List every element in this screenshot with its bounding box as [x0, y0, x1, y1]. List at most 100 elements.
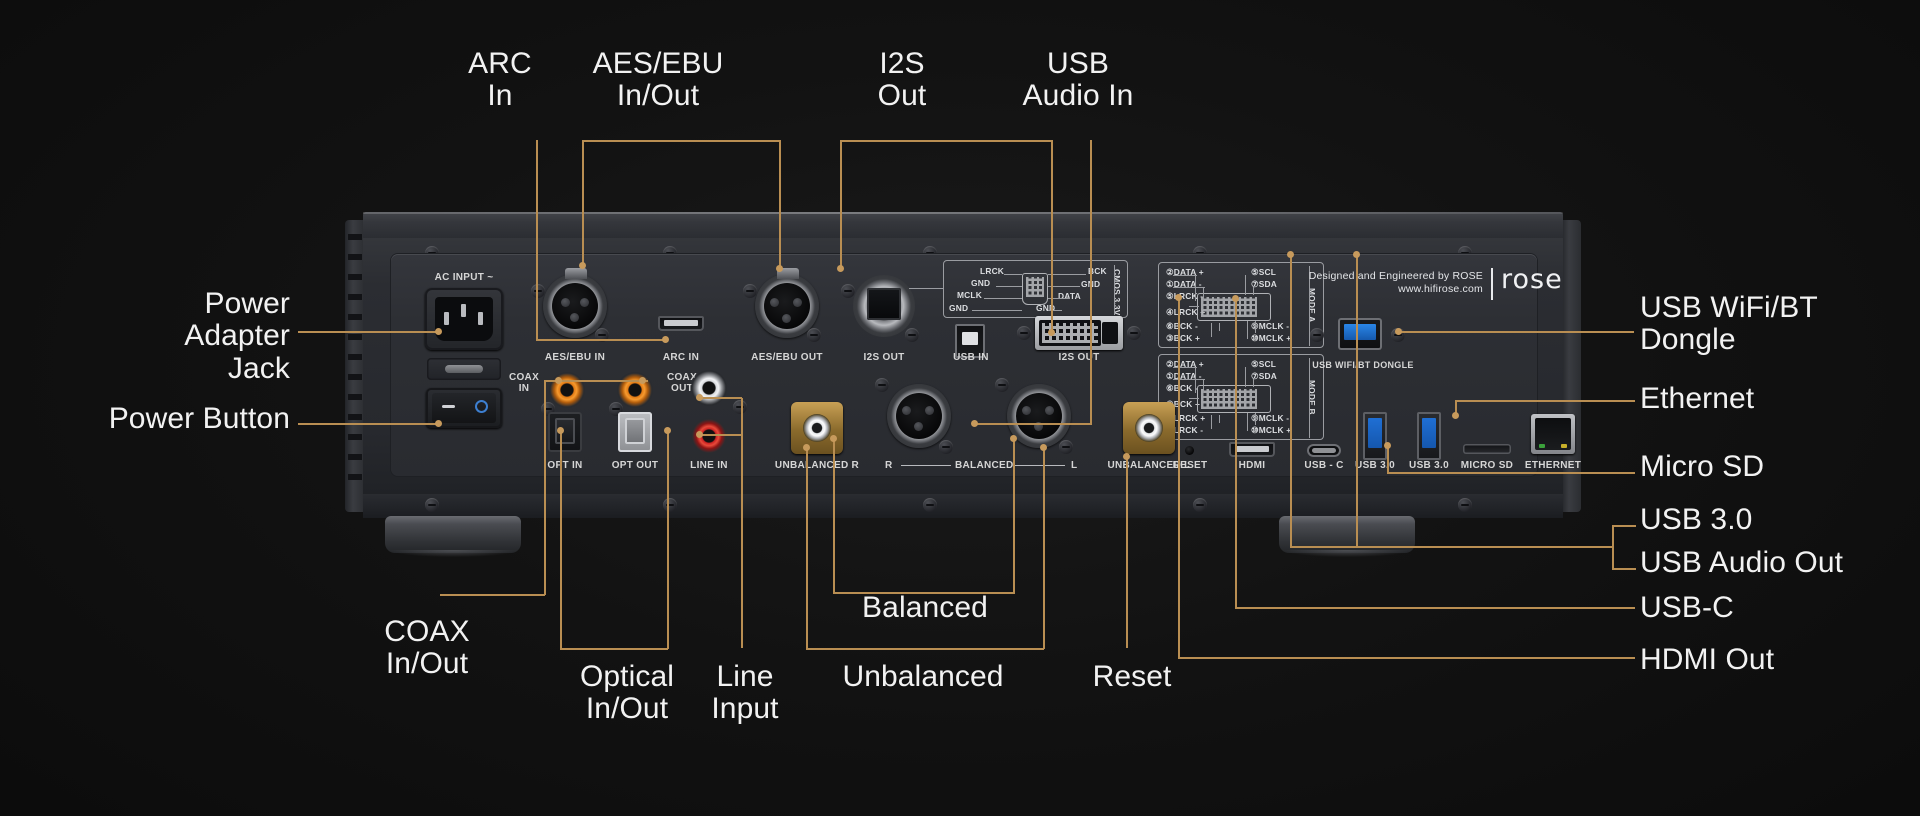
leader-endpoint-usbc: [1232, 295, 1239, 302]
callout-coax-in-out: COAX In/Out: [384, 615, 470, 681]
leader-endpoint-balanced-r: [830, 435, 837, 442]
website-line: www.hifirose.com: [1398, 283, 1483, 296]
fuse-holder[interactable]: [427, 358, 501, 380]
balanced-r-xlr[interactable]: [887, 384, 951, 448]
i2s-rj45-pin-diagram: LRCK GND MCLK GND BCK GND DATA GND CMOS …: [943, 260, 1128, 318]
usb-3-0-port-a[interactable]: [1363, 412, 1387, 460]
leader-balanced-l-v: [1013, 438, 1015, 593]
chassis-bottom-edge: [363, 494, 1563, 518]
leader-aes-bracket: [582, 140, 780, 142]
reset-label: RESET: [1172, 460, 1208, 471]
ac-power-inlet[interactable]: [425, 288, 503, 350]
micro-sd-slot[interactable]: [1463, 444, 1511, 454]
balanced-l-label: L: [1071, 460, 1078, 471]
unbalanced-r-label: UNBALANCED R: [774, 460, 860, 471]
brand-text-block: Designed and Engineered by ROSE www.hifi…: [1293, 270, 1483, 296]
mode-b-right-3: ⑩MCLK +: [1251, 425, 1292, 435]
mode-b-right-0: ⑤SCL: [1251, 359, 1277, 369]
micro-sd-label: MICRO SD: [1460, 460, 1514, 471]
leader-endpoint-power-button: [435, 420, 442, 427]
leader-usb-audio-in-h: [975, 423, 1092, 425]
callout-usb-audio-in: USB Audio In: [1022, 47, 1134, 113]
leader-endpoint-microsd: [1384, 442, 1391, 449]
i2s-out-rj45-port[interactable]: [853, 275, 915, 337]
leader-endpoint-unbalanced-r: [803, 444, 810, 451]
screw: [1059, 440, 1073, 454]
leader-endpoint-aes-in: [579, 262, 586, 269]
leader-endpoint-usb30-a: [1287, 251, 1294, 258]
leader-endpoint-reset: [1123, 453, 1130, 460]
ethernet-port[interactable]: [1531, 414, 1575, 454]
leader-line-input-h1: [700, 397, 742, 399]
coax-in-rca[interactable]: [549, 372, 585, 408]
callout-usb-c: USB-C: [1640, 591, 1734, 624]
ac-input-label: AC INPUT ~: [434, 272, 494, 283]
leader-endpoint-line-l: [696, 394, 703, 401]
leader-i2s-dvi-v: [1051, 140, 1053, 332]
leader-endpoint-ethernet: [1452, 412, 1459, 419]
leader-endpoint-usb30-b: [1353, 251, 1360, 258]
leader-arc-in-h: [536, 339, 666, 341]
leader-power-jack: [298, 331, 438, 333]
usb-c-label: USB - C: [1304, 460, 1344, 471]
arc-in-label: ARC IN: [662, 352, 700, 363]
leader-power-button: [298, 423, 438, 425]
leader-i2s-bracket: [840, 140, 1052, 142]
rose-logo: rose: [1501, 264, 1563, 295]
screw: [939, 440, 953, 454]
callout-ethernet: Ethernet: [1640, 382, 1755, 415]
leader-i2s-rj-v: [840, 140, 842, 268]
mode-b-right-1: ⑦SDA: [1251, 371, 1277, 381]
unbalanced-r-rca[interactable]: [791, 402, 843, 454]
leader-hdmi-h: [1178, 657, 1635, 659]
line-in-label: LINE IN: [690, 460, 728, 471]
leader-microsd-v: [1387, 445, 1389, 473]
leader-hdmi-v: [1178, 297, 1180, 658]
screw: [743, 284, 757, 298]
i2s-out-dvi-label: I2S OUT: [1058, 352, 1100, 363]
opt-in-label: OPT IN: [547, 460, 583, 471]
leader-usb30-top: [1612, 525, 1636, 527]
usb-3-0-port-b[interactable]: [1417, 412, 1441, 460]
diagram-label-mclk: MCLK: [957, 290, 982, 300]
leader-coax-bracket: [440, 594, 545, 596]
screw: [1017, 326, 1031, 340]
leader-usb30-stem: [1290, 546, 1614, 548]
leader-usb30-b-v: [1356, 254, 1358, 547]
product-diagram-canvas: AC INPUT ~ AES/EBU IN ARC IN AES/EBU OUT…: [0, 0, 1920, 816]
usb-c-port[interactable]: [1307, 444, 1341, 457]
diagram-label-gnd2: GND: [949, 303, 969, 313]
callout-arc-in: ARC In: [468, 47, 532, 113]
leader-reset-v: [1126, 456, 1128, 648]
logo-divider: [1491, 268, 1493, 300]
callout-micro-sd: Micro SD: [1640, 450, 1765, 483]
leader-endpoint-usb-wifi: [1395, 328, 1402, 335]
optical-out-toslink[interactable]: [618, 412, 652, 452]
callout-aes-ebu: AES/EBU In/Out: [592, 47, 724, 113]
leader-usb30-a-v: [1290, 254, 1292, 547]
usb-in-label: USB IN: [953, 352, 989, 363]
leader-unbalanced-l-v: [1043, 447, 1045, 649]
coax-out-rca[interactable]: [617, 372, 653, 408]
leader-unbalanced-r-v: [806, 447, 808, 649]
line-in-left-rca[interactable]: [691, 370, 727, 406]
leader-unbalanced-bracket: [806, 648, 1044, 650]
screw: [875, 378, 889, 392]
mode-a-right-0: ⑤SCL: [1251, 267, 1277, 277]
leader-endpoint-usb-audio-in: [971, 420, 978, 427]
leader-opt-out-v: [667, 430, 669, 649]
arc-in-hdmi-port[interactable]: [658, 316, 704, 331]
unbalanced-l-rca[interactable]: [1123, 402, 1175, 454]
optical-in-toslink[interactable]: [548, 412, 582, 452]
chassis-side-rail-left: [345, 220, 365, 512]
chassis-top-edge: [363, 212, 1563, 240]
reset-button[interactable]: [1185, 446, 1194, 455]
aes-ebu-in-label: AES/EBU IN: [544, 352, 606, 363]
leader-optical-bracket: [560, 648, 668, 650]
leader-usbc-v: [1235, 298, 1237, 608]
aes-ebu-out-label: AES/EBU OUT: [751, 352, 823, 363]
callout-power-button: Power Button: [108, 402, 290, 435]
usb-wifi-bt-dongle-port[interactable]: [1338, 318, 1382, 350]
leader-endpoint-arc-in: [662, 336, 669, 343]
leader-endpoint-power-jack: [435, 328, 442, 335]
